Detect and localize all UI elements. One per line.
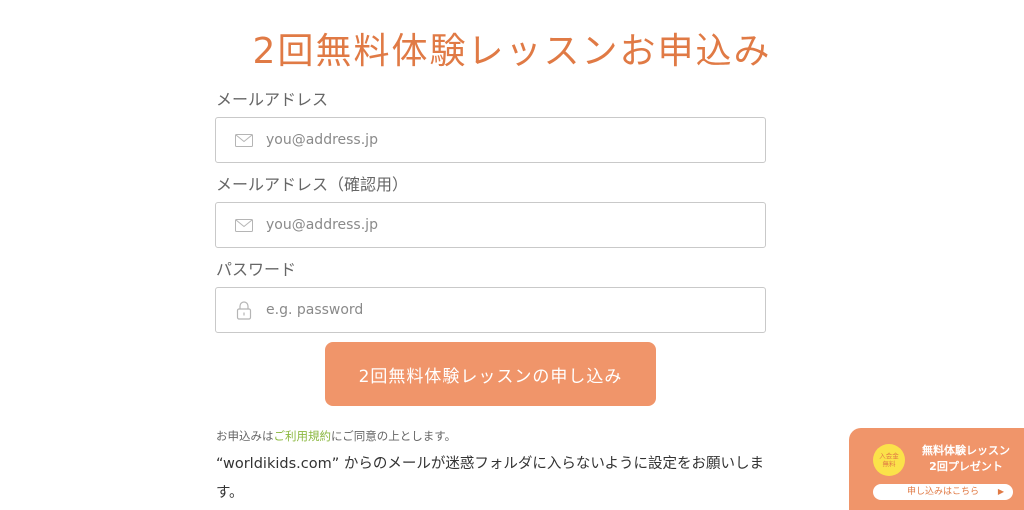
email-field-wrapper[interactable] xyxy=(215,117,766,163)
password-input[interactable] xyxy=(266,290,746,330)
promo-banner[interactable]: 入会金 無料 無料体験レッスン 2回プレゼント 申し込みはこちら ▶ xyxy=(849,428,1024,510)
spam-notice: “worldikids.com” からのメールが迷惑フォルダに入らないように設定… xyxy=(216,456,765,501)
play-arrow-icon: ▶ xyxy=(997,487,1004,496)
promo-apply-label: 申し込みはこちら xyxy=(906,487,979,497)
submit-button[interactable]: 2回無料体験レッスンの申し込み xyxy=(325,342,656,406)
email-confirm-label: メールアドレス（確認用） xyxy=(216,175,409,194)
email-confirm-input[interactable] xyxy=(266,205,746,245)
email-input[interactable] xyxy=(266,120,746,160)
password-field-wrapper[interactable] xyxy=(215,287,766,333)
promo-text-line1: 無料体験レッスン xyxy=(922,444,1010,457)
promo-text: 無料体験レッスン 2回プレゼント xyxy=(911,443,1021,475)
email-label: メールアドレス xyxy=(216,90,329,109)
page-title: 2回無料体験レッスンお申込み xyxy=(252,31,772,72)
terms-link[interactable]: ご利用規約 xyxy=(274,429,332,443)
promo-text-line2: 2回プレゼント xyxy=(929,460,1003,473)
promo-badge-line1: 入会金 xyxy=(879,452,899,460)
terms-text: お申込みはご利用規約にご同意の上とします。 xyxy=(216,428,456,444)
promo-badge-line2: 無料 xyxy=(882,460,896,468)
mail-icon xyxy=(234,215,254,235)
terms-suffix: にご同意の上とします。 xyxy=(331,429,457,443)
mail-icon xyxy=(234,130,254,150)
lock-icon xyxy=(234,300,254,320)
promo-apply-button[interactable]: 申し込みはこちら ▶ xyxy=(873,484,1013,500)
password-label: パスワード xyxy=(216,260,297,279)
email-confirm-field-wrapper[interactable] xyxy=(215,202,766,248)
terms-prefix: お申込みは xyxy=(216,429,274,443)
promo-badge: 入会金 無料 xyxy=(873,444,905,476)
